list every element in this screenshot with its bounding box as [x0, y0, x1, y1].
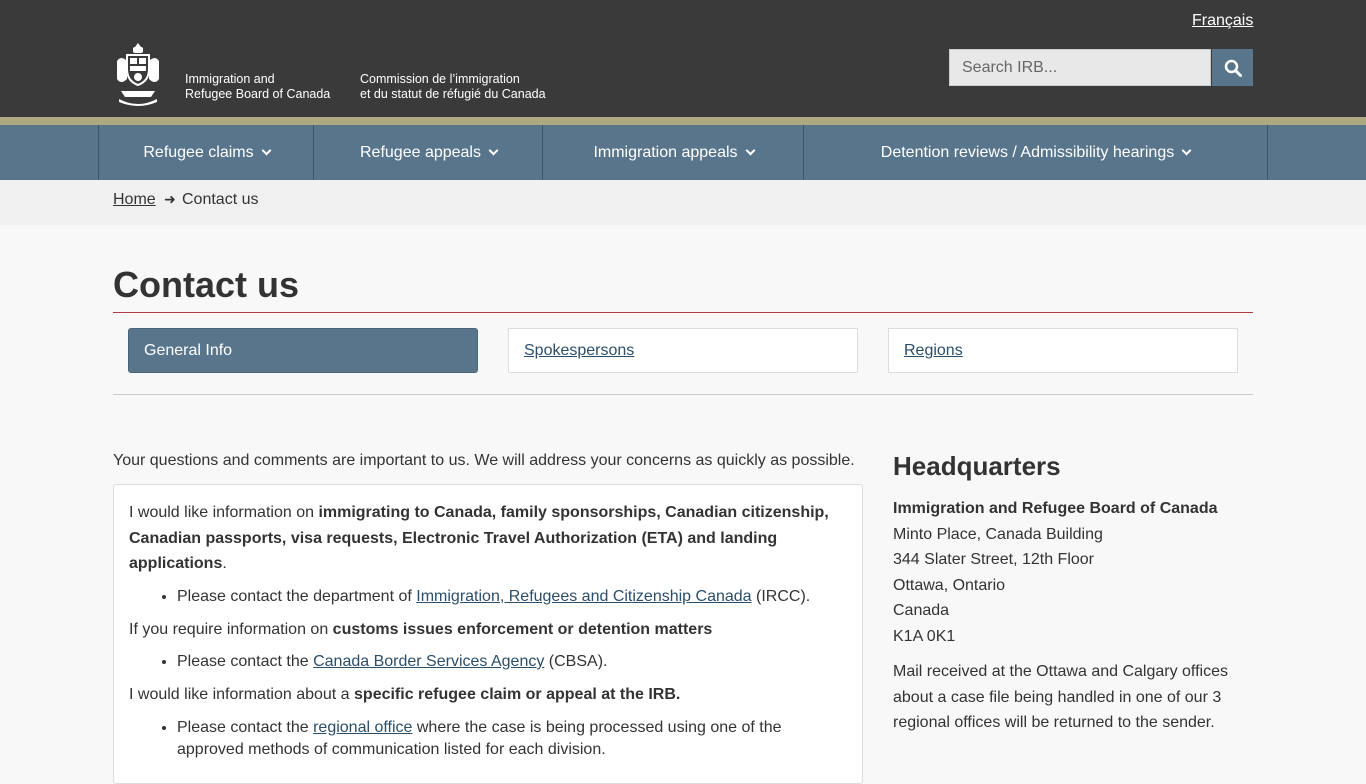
- text: Please contact the department of: [177, 587, 417, 605]
- text: I would like information on: [129, 504, 319, 521]
- list: Please contact the regional office where…: [177, 717, 847, 761]
- regional-office-link[interactable]: regional office: [313, 719, 412, 736]
- list: Please contact the department of Immigra…: [177, 586, 847, 608]
- nav-item-refugee-claims[interactable]: Refugee claims: [98, 125, 314, 180]
- tab-label[interactable]: Regions: [904, 342, 963, 359]
- org-name-english[interactable]: Immigration and Refugee Board of Canada: [185, 72, 355, 102]
- bold-text: specific refugee claim or appeal at the …: [354, 686, 681, 703]
- text: (IRCC).: [751, 587, 811, 605]
- search-button[interactable]: [1212, 49, 1253, 86]
- headquarters-mail-note: Mail received at the Ottawa and Calgary …: [893, 663, 1228, 731]
- address-line: Canada: [893, 602, 950, 619]
- coat-of-arms-icon[interactable]: [113, 41, 163, 109]
- cbsa-link[interactable]: Canada Border Services Agency: [313, 653, 544, 670]
- info-panel: I would like information on immigrating …: [113, 484, 863, 784]
- tab-general-info[interactable]: General Info: [128, 328, 478, 373]
- org-name-fr-line1: Commission de l’immigration: [360, 72, 520, 86]
- tab-label[interactable]: Spokespersons: [524, 342, 634, 359]
- nav-item-refugee-appeals[interactable]: Refugee appeals: [313, 125, 543, 180]
- tab-regions[interactable]: Regions: [888, 328, 1238, 373]
- org-name-en-line2: Refugee Board of Canada: [185, 87, 331, 101]
- chevron-down-icon: [488, 145, 499, 156]
- nav-item-label: Immigration appeals: [593, 143, 738, 161]
- main-nav: Refugee claims Refugee appeals Immigrati…: [0, 125, 1366, 180]
- intro-text: Your questions and comments are importan…: [113, 452, 855, 469]
- info-paragraph-immigration: I would like information on immigrating …: [129, 500, 847, 577]
- text: I would like information about a: [129, 686, 355, 703]
- text: Please contact the: [177, 718, 314, 736]
- search-input[interactable]: [949, 49, 1211, 86]
- nav-item-immigration-appeals[interactable]: Immigration appeals: [542, 125, 804, 180]
- ircc-link[interactable]: Immigration, Refugees and Citizenship Ca…: [416, 588, 751, 605]
- page-title: Contact us: [113, 264, 300, 305]
- text: Please contact the: [177, 653, 314, 670]
- org-name-en-line1: Immigration and: [185, 72, 275, 86]
- title-divider: [113, 312, 1253, 313]
- text: (CBSA).: [544, 653, 608, 670]
- breadcrumb-home-link[interactable]: Home: [113, 191, 156, 209]
- accent-strip: [0, 117, 1366, 125]
- chevron-down-icon: [261, 145, 272, 156]
- nav-item-label: Refugee appeals: [360, 143, 481, 161]
- list-item: Please contact the Canada Border Service…: [177, 651, 847, 673]
- text: If you require information on: [129, 620, 333, 638]
- headquarters-heading: Headquarters: [893, 451, 1061, 481]
- tab-spokespersons[interactable]: Spokespersons: [508, 328, 858, 373]
- org-name-french[interactable]: Commission de l’immigration et du statut…: [360, 72, 580, 102]
- breadcrumb: Home ➜ Contact us: [0, 180, 1366, 225]
- chevron-down-icon: [745, 145, 755, 156]
- headquarters-org-name: Immigration and Refugee Board of Canada: [893, 500, 1218, 517]
- address-line: 344 Slater Street, 12th Floor: [893, 551, 1094, 568]
- nav-item-detention-reviews[interactable]: Detention reviews / Admissibility hearin…: [803, 125, 1268, 180]
- info-paragraph-claim: I would like information about a specifi…: [129, 682, 847, 708]
- headquarters-address: Immigration and Refugee Board of Canada …: [893, 496, 1253, 649]
- list-item: Please contact the regional office where…: [177, 717, 847, 761]
- list-item: Please contact the department of Immigra…: [177, 586, 847, 608]
- breadcrumb-current: Contact us: [182, 191, 259, 208]
- address-line: Minto Place, Canada Building: [893, 525, 1103, 543]
- info-paragraph-customs: If you require information on customs is…: [129, 617, 847, 643]
- language-toggle-link[interactable]: Français: [1192, 12, 1253, 30]
- tabs-divider: [113, 394, 1253, 395]
- nav-item-label: Detention reviews / Admissibility hearin…: [880, 143, 1175, 161]
- search-icon: [1224, 59, 1242, 77]
- chevron-down-icon: [1181, 145, 1192, 156]
- text: .: [222, 555, 227, 572]
- list: Please contact the Canada Border Service…: [177, 651, 847, 673]
- bold-text: customs issues enforcement or detention …: [332, 620, 713, 638]
- address-line: K1A 0K1: [893, 627, 956, 645]
- org-name-fr-line2: et du statut de réfugié du Canada: [360, 87, 546, 101]
- nav-item-label: Refugee claims: [143, 143, 254, 161]
- site-header: Français Immigration and Refugee Board o…: [0, 0, 1366, 117]
- arrow-right-icon: ➜: [164, 191, 176, 207]
- tab-label: General Info: [144, 342, 233, 359]
- address-line: Ottawa, Ontario: [893, 576, 1006, 594]
